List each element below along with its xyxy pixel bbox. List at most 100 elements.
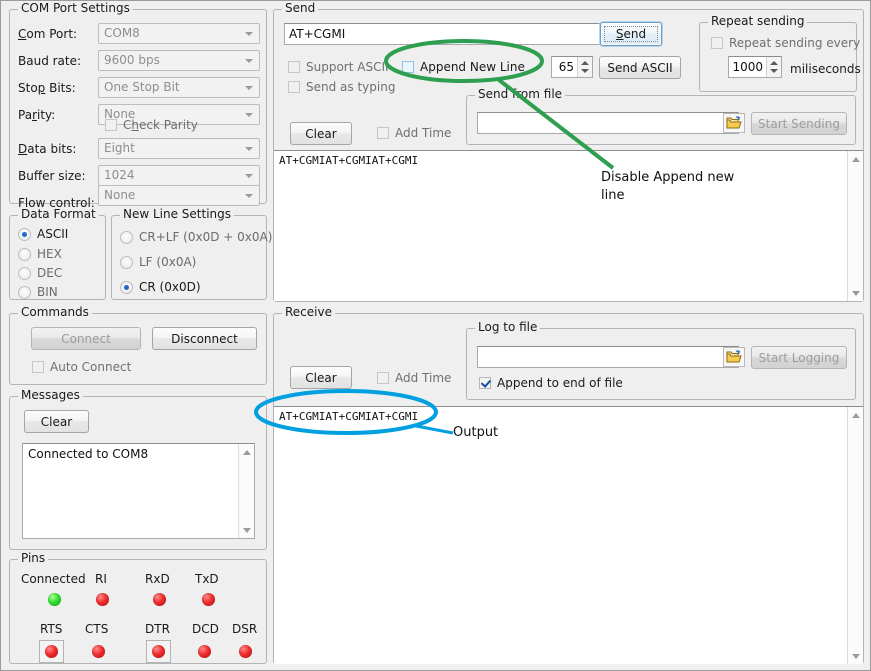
radio-data-format-ascii[interactable]: ASCII [18, 227, 68, 241]
chevron-down-icon [245, 113, 253, 117]
repeat-sending-legend: Repeat sending [708, 15, 807, 28]
spinner-down-icon[interactable] [770, 69, 778, 73]
blue-annotation-text: Output [453, 424, 498, 442]
disconnect-button[interactable]: Disconnect [152, 327, 257, 350]
ascii-code-spinner[interactable]: 65 [551, 56, 593, 78]
new-line-settings-group: New Line Settings CR+LF (0x0D + 0x0A) LF… [111, 215, 267, 300]
buffer-size-label: Buffer size: [18, 169, 86, 183]
scroll-up-icon[interactable] [848, 407, 863, 423]
start-logging-button[interactable]: Start Logging [751, 346, 847, 369]
pin-led-rxd [153, 593, 166, 606]
send-log[interactable]: AT+CGMIAT+CGMIAT+CGMI [274, 150, 863, 301]
green-annotation-text: Disable Append new line [601, 169, 761, 205]
scroll-down-icon[interactable] [848, 648, 863, 664]
check-parity-label: Check Parity [123, 118, 198, 132]
repeat-sending-checkbox[interactable]: Repeat sending every [711, 36, 860, 50]
auto-connect-checkbox[interactable]: Auto Connect [32, 360, 131, 374]
flow-control-value: None [104, 188, 135, 202]
send-legend: Send [282, 2, 318, 15]
data-bits-value: Eight [104, 141, 135, 155]
scroll-up-icon[interactable] [848, 151, 863, 167]
receive-log[interactable]: AT+CGMIAT+CGMIAT+CGMI [274, 406, 863, 664]
send-group: Send AT+CGMI Send Support ASCII Append N… [273, 9, 864, 302]
radio-dot [18, 286, 31, 299]
open-folder-icon-button[interactable] [723, 113, 745, 133]
radio-newline-lf[interactable]: LF (0x0A) [120, 255, 196, 269]
send-command-input[interactable]: AT+CGMI [284, 23, 604, 45]
receive-clear-button[interactable]: Clear [290, 366, 352, 389]
scroll-down-icon[interactable] [848, 285, 863, 301]
connect-button[interactable]: Connect [31, 327, 141, 350]
append-to-end-of-file-checkbox[interactable]: Append to end of file [479, 376, 623, 390]
baud-rate-value: 9600 bps [104, 53, 160, 67]
check-parity-checkbox[interactable]: Check Parity [105, 118, 198, 132]
scroll-down-icon[interactable] [239, 522, 255, 538]
receive-add-time-checkbox[interactable]: Add Time [377, 371, 451, 385]
receive-log-text: AT+CGMIAT+CGMIAT+CGMI [279, 410, 418, 423]
messages-clear-button[interactable]: Clear [24, 410, 89, 433]
send-ascii-button[interactable]: Send ASCII [599, 56, 681, 79]
spinner-up-icon[interactable] [770, 61, 778, 65]
pin-led-txd [202, 593, 215, 606]
repeat-interval-spinner[interactable]: 1000 [728, 56, 782, 78]
com-port-value: COM8 [104, 26, 140, 40]
baud-rate-combo[interactable]: 9600 bps [98, 50, 260, 71]
send-add-time-checkbox[interactable]: Add Time [377, 126, 451, 140]
messages-log-scrollbar[interactable] [238, 444, 254, 538]
data-format-legend: Data Format [18, 208, 99, 221]
append-new-line-checkbox[interactable]: Append New Line [402, 60, 525, 74]
radio-data-format-bin[interactable]: BIN [18, 285, 58, 299]
data-format-group: Data Format ASCII HEX DEC BIN [9, 215, 106, 300]
messages-legend: Messages [18, 389, 83, 402]
open-folder-icon-button[interactable] [723, 347, 745, 367]
chevron-down-icon [245, 32, 253, 36]
send-button[interactable]: Send [600, 22, 662, 46]
buffer-size-combo[interactable]: 1024 [98, 165, 260, 186]
commands-legend: Commands [18, 306, 92, 319]
radio-newline-cr[interactable]: CR (0x0D) [120, 280, 201, 294]
messages-log[interactable]: Connected to COM8 [22, 443, 255, 539]
auto-connect-box [32, 361, 44, 373]
spinner-down-icon[interactable] [581, 69, 589, 73]
scroll-up-icon[interactable] [239, 444, 255, 460]
chevron-down-icon [245, 174, 253, 178]
send-from-file-group: Send from file Start Sending [466, 95, 856, 145]
radio-newline-crlf[interactable]: CR+LF (0x0D + 0x0A) [120, 230, 272, 244]
start-sending-button[interactable]: Start Sending [751, 112, 847, 135]
pin-label-cts: CTS [85, 622, 108, 636]
stop-bits-combo[interactable]: One Stop Bit [98, 77, 260, 98]
send-as-typing-box [288, 81, 300, 93]
data-bits-label: Data bits: [18, 142, 76, 156]
send-log-scrollbar[interactable] [847, 151, 863, 301]
pins-group: Pins Connected RI RxD TxD RTS CTS DTR DC… [9, 559, 267, 664]
send-add-time-box [377, 127, 389, 139]
parity-label: Parity: [18, 108, 55, 122]
radio-data-format-hex[interactable]: HEX [18, 247, 62, 261]
chevron-down-icon [245, 147, 253, 151]
ascii-code-value: 65 [552, 60, 577, 74]
com-port-combo[interactable]: COM8 [98, 23, 260, 44]
radio-dot [120, 281, 133, 294]
pin-led-dcd [198, 645, 211, 658]
radio-dot [18, 228, 31, 241]
open-folder-icon [726, 350, 742, 364]
flow-control-combo[interactable]: None [98, 185, 260, 206]
send-as-typing-checkbox[interactable]: Send as typing [288, 80, 395, 94]
radio-data-format-dec[interactable]: DEC [18, 266, 62, 280]
messages-group: Messages Clear Connected to COM8 [9, 396, 267, 550]
send-from-file-path-input[interactable] [477, 112, 739, 134]
send-clear-button[interactable]: Clear [290, 122, 352, 145]
support-ascii-checkbox[interactable]: Support ASCII [288, 60, 389, 74]
send-log-text: AT+CGMIAT+CGMIAT+CGMI [279, 154, 418, 167]
repeat-sending-group: Repeat sending Repeat sending every 1000… [699, 22, 857, 92]
log-to-file-path-input[interactable] [477, 346, 739, 368]
spinner-up-icon[interactable] [581, 61, 589, 65]
spinner-buttons[interactable] [766, 57, 781, 77]
data-bits-combo[interactable]: Eight [98, 138, 260, 159]
pin-label-dtr: DTR [145, 622, 170, 636]
send-from-file-legend: Send from file [475, 88, 565, 101]
com-port-settings-legend: COM Port Settings [18, 2, 133, 15]
spinner-buttons[interactable] [577, 57, 592, 77]
open-folder-icon [726, 116, 742, 130]
receive-log-scrollbar[interactable] [847, 407, 863, 664]
